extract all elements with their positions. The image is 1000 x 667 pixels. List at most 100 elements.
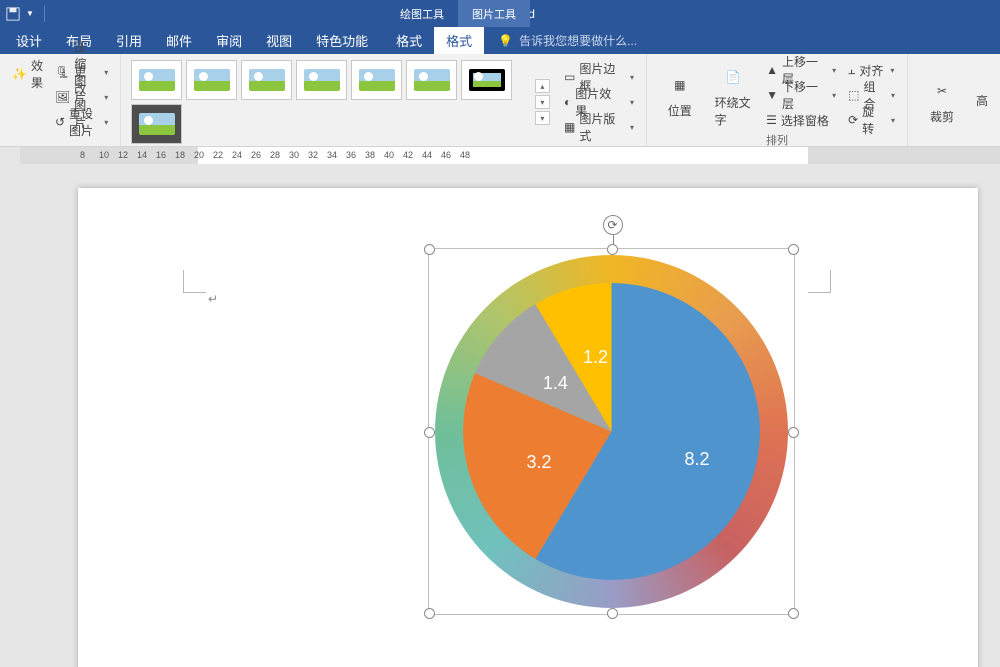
ruler-tick: 24 [232, 150, 242, 160]
ruler-tick: 22 [213, 150, 223, 160]
selection-icon: ☰ [766, 113, 777, 127]
ruler-tick: 26 [251, 150, 261, 160]
crop-icon: ✂ [928, 77, 956, 105]
ribbon-tabs: 设计 布局 引用 邮件 审阅 视图 特色功能 格式 格式 💡 告诉我您想要做什么… [0, 27, 1000, 54]
tab-design[interactable]: 设计 [4, 27, 54, 54]
margin-corner-tr [808, 270, 831, 293]
lightbulb-icon: 💡 [498, 34, 513, 48]
resize-handle-b[interactable] [607, 608, 618, 619]
ruler-tick: 18 [175, 150, 185, 160]
rotate-icon: ⟳ [848, 113, 858, 127]
pie-slice-label: 3.2 [527, 452, 552, 473]
tab-mailings[interactable]: 邮件 [154, 27, 204, 54]
page: ↵ ⟳ 8.2 3.2 1.4 1.2 [78, 188, 978, 667]
ruler-tick: 28 [270, 150, 280, 160]
resize-handle-br[interactable] [788, 608, 799, 619]
resize-handle-l[interactable] [424, 427, 435, 438]
compress-icon: 🗜 [55, 65, 70, 79]
rotate-button[interactable]: ⟳旋转 [844, 108, 899, 132]
tab-review[interactable]: 审阅 [204, 27, 254, 54]
pic-style-7[interactable] [461, 60, 512, 100]
save-icon[interactable] [6, 7, 20, 21]
contextual-tab-labels: 绘图工具 图片工具 [386, 0, 530, 27]
reset-picture-button[interactable]: ↺重设图片 [51, 110, 112, 134]
gallery-up-icon[interactable]: ▴ [535, 79, 550, 93]
height-field[interactable]: 高 [972, 89, 992, 113]
adjust-group-label [8, 143, 112, 146]
quick-access-toolbar: ▼ [0, 6, 49, 22]
drawing-tools-label: 绘图工具 [386, 0, 458, 27]
picture-layout-button[interactable]: ▦图片版式 [560, 115, 638, 139]
gallery-scroll[interactable]: ▴ ▾ ▾ [535, 79, 550, 125]
gallery-down-icon[interactable]: ▾ [535, 95, 550, 109]
ribbon-group-size: ✂ 裁剪 高 [908, 54, 1000, 146]
gallery-more-icon[interactable]: ▾ [535, 111, 550, 125]
pie-slice-label: 8.2 [685, 449, 710, 470]
tab-format-picture[interactable]: 格式 [434, 27, 484, 54]
pie-slice-label: 1.2 [583, 347, 608, 368]
ruler-tick: 16 [156, 150, 166, 160]
artistic-effects-button[interactable]: ✨效果 [8, 62, 47, 86]
backward-icon: ▼ [766, 88, 778, 102]
picture-tools-label: 图片工具 [458, 0, 530, 27]
pic-style-1[interactable] [131, 60, 182, 100]
wrap-icon: 📄 [719, 63, 747, 91]
ruler-tick: 46 [441, 150, 451, 160]
qat-dropdown-icon[interactable]: ▼ [26, 9, 34, 18]
group-icon: ⬚ [848, 88, 859, 102]
pic-style-6[interactable] [406, 60, 457, 100]
pic-style-2[interactable] [186, 60, 237, 100]
effects2-icon: ◐ [564, 95, 571, 109]
border-icon: ▭ [564, 70, 575, 84]
pic-style-5[interactable] [351, 60, 402, 100]
ruler-tick: 30 [289, 150, 299, 160]
pie-slice-label: 1.4 [543, 373, 568, 394]
tab-view[interactable]: 视图 [254, 27, 304, 54]
pic-style-4[interactable] [296, 60, 347, 100]
ruler-tick: 12 [118, 150, 128, 160]
wrap-text-button[interactable]: 📄 环绕文字 [709, 61, 759, 130]
ruler-tick: 32 [308, 150, 318, 160]
picture-styles-gallery[interactable] [129, 58, 527, 146]
title-bar: ▼ 文档5 - Word 绘图工具 图片工具 [0, 0, 1000, 27]
ribbon-group-arrange: ▦ 位置 📄 环绕文字 ▲上移一层 ▼下移一层 ☰选择窗格 ⫠对齐 ⬚组合 ⟳旋… [647, 54, 908, 146]
ruler-tick: 20 [194, 150, 204, 160]
pie-svg [463, 283, 760, 580]
ruler-tick: 38 [365, 150, 375, 160]
resize-handle-tr[interactable] [788, 244, 799, 255]
align-icon: ⫠ [848, 63, 855, 78]
margin-corner-tl [183, 270, 206, 293]
layout-icon: ▦ [564, 120, 575, 134]
tab-references[interactable]: 引用 [104, 27, 154, 54]
document-workspace[interactable]: ↵ ⟳ 8.2 3.2 1.4 1.2 [0, 164, 1000, 667]
forward-icon: ▲ [766, 63, 778, 77]
ruler-tick: 8 [80, 150, 85, 160]
pic-style-3[interactable] [241, 60, 292, 100]
position-icon: ▦ [666, 71, 694, 99]
tab-format-drawing[interactable]: 格式 [384, 27, 434, 54]
ribbon-group-adjust: ✨效果 🗜压缩图片 🖼更改图片 ↺重设图片 [0, 54, 121, 146]
pie-inner [463, 283, 760, 580]
resize-handle-tl[interactable] [424, 244, 435, 255]
resize-handle-t[interactable] [607, 244, 618, 255]
ribbon: ✨效果 🗜压缩图片 🖼更改图片 ↺重设图片 ▴ [0, 54, 1000, 147]
paragraph-mark-icon: ↵ [208, 292, 218, 306]
rotation-handle[interactable]: ⟳ [603, 215, 623, 235]
tell-me-search[interactable]: 💡 告诉我您想要做什么... [498, 27, 637, 54]
reset-icon: ↺ [55, 115, 65, 129]
picture-selection-box[interactable]: ⟳ 8.23.21.41.2 [428, 248, 795, 615]
tab-special[interactable]: 特色功能 [304, 27, 380, 54]
ruler-tick: 44 [422, 150, 432, 160]
resize-handle-bl[interactable] [424, 608, 435, 619]
pie-chart-image[interactable]: 8.2 3.2 1.4 1.2 [435, 255, 788, 608]
resize-handle-r[interactable] [788, 427, 799, 438]
pic-style-8[interactable] [131, 104, 182, 144]
ruler-tick: 48 [460, 150, 470, 160]
position-button[interactable]: ▦ 位置 [655, 69, 705, 121]
selection-pane-button[interactable]: ☰选择窗格 [762, 108, 840, 132]
effects-icon: ✨ [12, 67, 27, 81]
ruler-tick: 36 [346, 150, 356, 160]
crop-button[interactable]: ✂ 裁剪 [916, 75, 968, 127]
send-backward-button[interactable]: ▼下移一层 [762, 83, 840, 107]
ruler-tick: 40 [384, 150, 394, 160]
